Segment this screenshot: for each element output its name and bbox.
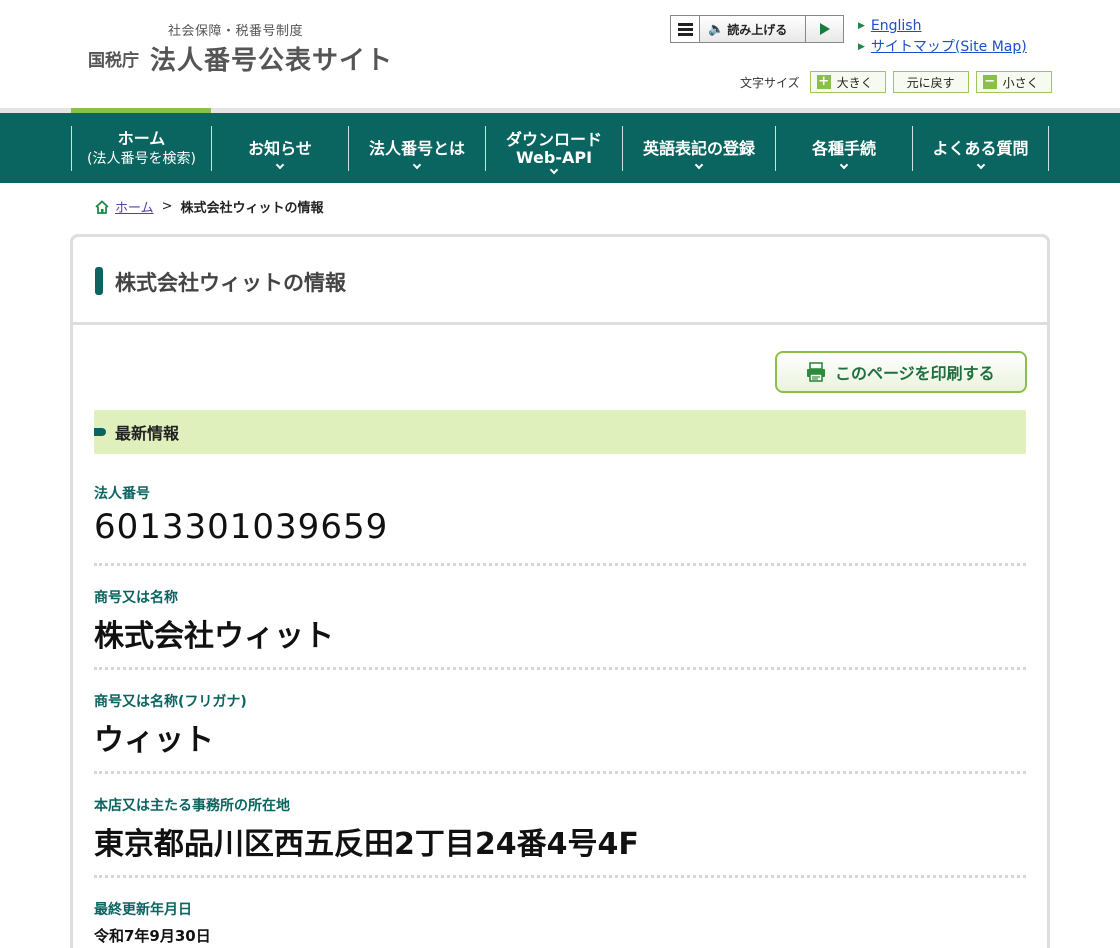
chevron-down-icon xyxy=(976,160,985,170)
read-aloud-label: 読み上げる xyxy=(727,22,788,37)
sitemap-link[interactable]: ▶ サイトマップ(Site Map) xyxy=(858,37,1027,58)
field-trade-name-furigana: 商号又は名称(フリガナ) ウィット xyxy=(94,691,1026,774)
english-link[interactable]: ▶ English xyxy=(858,16,1027,37)
read-aloud-button[interactable]: 🔈 読み上げる xyxy=(700,16,806,42)
nav-item-news[interactable]: お知らせ xyxy=(211,126,348,171)
logo-subtitle: 社会保障・税番号制度 xyxy=(168,24,304,39)
print-page-label: このページを印刷する xyxy=(835,364,995,383)
font-size-controls: 文字サイズ + 大きく 元に戻す − 小さく xyxy=(740,71,1052,93)
field-trade-name: 商号又は名称 株式会社ウィット xyxy=(94,587,1026,670)
font-larger-button[interactable]: + 大きく xyxy=(809,71,886,93)
card-header: 株式会社ウィットの情報 xyxy=(73,237,1047,325)
print-page-button[interactable]: このページを印刷する xyxy=(775,351,1027,393)
logo-site-name: 法人番号公表サイト xyxy=(150,46,394,76)
dotted-divider xyxy=(94,875,1026,878)
font-size-label: 文字サイズ xyxy=(740,75,800,90)
dotted-divider xyxy=(94,563,1026,566)
arrow-right-icon: ▶ xyxy=(858,21,865,31)
speaker-icon: 🔈 xyxy=(708,21,725,37)
play-icon xyxy=(819,23,830,35)
minus-icon: − xyxy=(982,74,997,89)
breadcrumb-home-link[interactable]: ホーム xyxy=(115,197,154,216)
address-value: 東京都品川区西五反田2丁目24番4号4F xyxy=(94,827,639,862)
field-address: 本店又は主たる事務所の所在地 東京都品川区西五反田2丁目24番4号4F xyxy=(94,795,1026,878)
nav-item-download[interactable]: ダウンロード Web-API xyxy=(485,126,622,175)
play-button[interactable] xyxy=(806,16,843,42)
field-last-updated: 最終更新年月日 令和7年9月30日 xyxy=(94,899,1026,946)
field-label: 最終更新年月日 xyxy=(94,902,192,918)
page-title: 株式会社ウィットの情報 xyxy=(115,271,346,295)
section-title: 最新情報 xyxy=(115,424,180,443)
dotted-divider xyxy=(94,667,1026,670)
menu-icon xyxy=(677,22,693,26)
breadcrumb: ホーム > 株式会社ウィットの情報 xyxy=(94,197,324,216)
corporate-number-value: 6013301039659 xyxy=(94,507,389,547)
read-aloud-menu-button[interactable] xyxy=(671,16,700,42)
nav-item-home[interactable]: ホーム (法人番号を検索) xyxy=(71,126,211,171)
section-marker xyxy=(94,428,106,436)
dotted-divider xyxy=(94,771,1026,774)
field-label: 法人番号 xyxy=(94,486,150,502)
chevron-down-icon xyxy=(549,165,559,175)
site-header: 社会保障・税番号制度 国税庁 法人番号公表サイト 🔈 読み上げる ▶ Englis… xyxy=(0,0,1120,108)
nav-item-procedures[interactable]: 各種手続 xyxy=(775,126,912,171)
global-nav: ホーム (法人番号を検索) お知らせ 法人番号とは ダウンロード Web-API… xyxy=(0,113,1120,183)
chevron-down-icon xyxy=(694,160,704,170)
chevron-down-icon xyxy=(412,160,422,170)
field-label: 商号又は名称 xyxy=(94,590,178,606)
read-aloud-toolbar: 🔈 読み上げる xyxy=(670,15,844,43)
font-smaller-button[interactable]: − 小さく xyxy=(975,71,1052,93)
top-links: ▶ English ▶ サイトマップ(Site Map) xyxy=(858,16,1027,58)
printer-icon xyxy=(807,362,825,382)
home-icon xyxy=(95,199,109,214)
font-reset-button[interactable]: 元に戻す xyxy=(892,71,969,93)
last-updated-value: 令和7年9月30日 xyxy=(94,927,211,945)
nav-item-faq[interactable]: よくある質問 xyxy=(912,126,1049,171)
plus-icon: + xyxy=(816,74,831,89)
chevron-down-icon xyxy=(275,160,285,170)
field-corporate-number: 法人番号 6013301039659 xyxy=(94,483,1026,566)
trade-name-value: 株式会社ウィット xyxy=(94,619,334,654)
field-label: 本店又は主たる事務所の所在地 xyxy=(94,798,290,814)
nav-item-english-registration[interactable]: 英語表記の登録 xyxy=(622,126,775,171)
title-accent-bar xyxy=(95,267,103,295)
corporate-info-card: 株式会社ウィットの情報 このページを印刷する 最新情報 法人番号 6013301… xyxy=(70,234,1050,948)
arrow-right-icon: ▶ xyxy=(858,42,865,52)
breadcrumb-current: 株式会社ウィットの情報 xyxy=(180,201,324,216)
breadcrumb-separator: > xyxy=(161,199,173,214)
chevron-down-icon xyxy=(839,160,849,170)
field-label: 商号又は名称(フリガナ) xyxy=(94,694,247,710)
section-header-latest: 最新情報 xyxy=(94,410,1026,454)
nav-item-about[interactable]: 法人番号とは xyxy=(348,126,485,171)
furigana-value: ウィット xyxy=(94,723,214,758)
logo-org: 国税庁 xyxy=(88,51,139,71)
